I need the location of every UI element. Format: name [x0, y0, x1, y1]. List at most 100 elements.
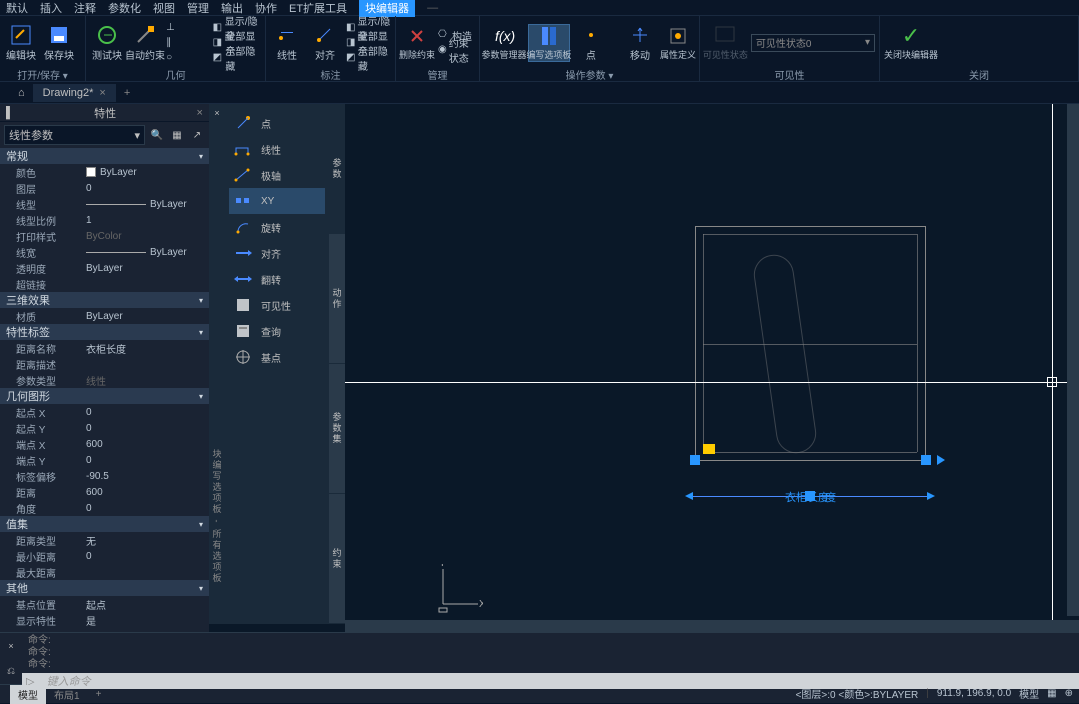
palette-linear[interactable]: 线性	[229, 136, 325, 162]
close-command-icon[interactable]: ×	[8, 641, 13, 651]
visibility-state-button: 可见性状态	[704, 25, 747, 61]
v-scrollbar[interactable]	[1067, 104, 1079, 616]
cross-left-seg	[345, 382, 407, 383]
cursor-pickbox	[1047, 377, 1057, 387]
dim-arrow-right	[927, 492, 935, 500]
doc-tab-drawing2[interactable]: Drawing2* ×	[33, 84, 116, 102]
delete-constraint-button[interactable]: 删除约束	[400, 25, 434, 61]
close-properties-icon[interactable]: ×	[197, 107, 203, 119]
palette-tab-params[interactable]: 参数	[329, 104, 345, 234]
quick-select-icon[interactable]: 🔍	[149, 127, 165, 143]
new-tab-button[interactable]: +	[116, 84, 138, 102]
cross-right-seg	[407, 382, 1079, 383]
tab-layout1[interactable]: 布局1	[46, 685, 88, 704]
select-objects-icon[interactable]: ↗	[189, 127, 205, 143]
test-block-button[interactable]: 测试块	[90, 24, 124, 62]
section-tags[interactable]: 特性标签▾	[0, 324, 209, 340]
tab-add-layout[interactable]: +	[88, 687, 110, 702]
cross-vert	[1052, 104, 1053, 632]
authoring-palette: 点 线性 极轴 XY 旋转 对齐 翻转 可见性 查询 基点 参数 动作 参数集 …	[225, 104, 345, 624]
status-more-icon[interactable]: ⊕	[1065, 688, 1073, 699]
geo-tool-3[interactable]: ○	[166, 51, 209, 65]
inner-left	[703, 234, 704, 452]
align-dim-button[interactable]: 对齐	[308, 24, 342, 62]
visibility-combo[interactable]: 可见性状态0▾	[751, 34, 875, 52]
constraint-status[interactable]: ◉约束状态	[438, 43, 475, 57]
palette-title: 块编写选项板 - 所有选项板	[211, 449, 224, 624]
block-left-edge	[695, 226, 696, 460]
svg-text:X: X	[479, 599, 483, 610]
inner-bottom	[703, 452, 917, 453]
save-block-button[interactable]: 保存块	[42, 24, 76, 62]
warning-icon[interactable]	[703, 444, 715, 454]
status-layer[interactable]: <图层>:0 <颜色>:BYLAYER	[796, 686, 919, 701]
grip-arrow[interactable]	[937, 455, 945, 465]
palette-tab-paramsets[interactable]: 参数集	[329, 364, 345, 494]
palette-xy[interactable]: XY	[229, 188, 325, 214]
palette-tab-actions[interactable]: 动作	[329, 234, 345, 364]
menu-view[interactable]: 视图	[153, 0, 175, 16]
menu-default[interactable]: 默认	[6, 0, 28, 16]
section-3d[interactable]: 三维效果▾	[0, 292, 209, 308]
status-grid-icon[interactable]: ▦	[1047, 688, 1056, 699]
status-coords[interactable]: 911.9, 196.9, 0.0	[937, 688, 1011, 699]
status-model[interactable]: 模型	[1019, 686, 1039, 701]
palette-basepoint[interactable]: 基点	[229, 344, 325, 370]
dim-arrow-left	[685, 492, 693, 500]
section-valueset[interactable]: 值集▾	[0, 516, 209, 532]
viewport[interactable]: 衣柜长度 度 Y X	[345, 104, 1079, 632]
menu-manage[interactable]: 管理	[187, 0, 209, 16]
edit-block-button[interactable]: 编辑块	[4, 24, 38, 62]
palette-tab-constraints[interactable]: 约束	[329, 494, 345, 624]
geometry-label: 几何	[90, 67, 261, 79]
inner-mid	[703, 344, 917, 345]
menu-extra[interactable]: —	[427, 2, 438, 14]
drawing-canvas[interactable]: × 块编写选项板 - 所有选项板 点 线性 极轴 XY 旋转 对齐 翻转 可见性…	[209, 104, 1079, 632]
palette-point[interactable]: 点	[229, 110, 325, 136]
block-right-edge	[925, 226, 926, 460]
auto-constrain-button[interactable]: 自动约束	[128, 24, 162, 62]
close-palette-icon[interactable]: ×	[214, 104, 219, 118]
open-save-label[interactable]: 打开/保存 ▾	[4, 67, 81, 79]
menu-et-tools[interactable]: ET扩展工具	[289, 0, 347, 16]
tab-model[interactable]: 模型	[10, 685, 46, 704]
palette-align[interactable]: 对齐	[229, 240, 325, 266]
linear-dim-button[interactable]: 线性	[270, 24, 304, 62]
geo-tool-2[interactable]: ∥	[166, 36, 209, 50]
hide-all[interactable]: ◩全部隐藏	[213, 51, 261, 65]
palette-polar[interactable]: 极轴	[229, 162, 325, 188]
geo-tool-1[interactable]: ⊥	[166, 21, 209, 35]
command-handle-icon[interactable]: ⎌	[7, 666, 15, 677]
menu-parametric[interactable]: 参数化	[108, 0, 141, 16]
dim-text: 衣柜长度	[785, 489, 829, 505]
command-log: 命令: 命令: 命令:	[22, 633, 1079, 673]
dim-hide-all[interactable]: ◩全部隐藏	[346, 51, 391, 65]
param-manager-button[interactable]: f(x) 参数管理器	[484, 25, 524, 61]
section-general[interactable]: 常规▾	[0, 148, 209, 164]
palette-lookup[interactable]: 查询	[229, 318, 325, 344]
menu-insert[interactable]: 插入	[40, 0, 62, 16]
close-tab-icon[interactable]: ×	[99, 87, 105, 99]
dim-text-2: 度	[825, 489, 836, 505]
palette-visibility[interactable]: 可见性	[229, 292, 325, 318]
attr-def-button[interactable]: 属性定义	[661, 25, 695, 61]
section-other[interactable]: 其他▾	[0, 580, 209, 596]
object-type-combo[interactable]: 线性参数▾	[4, 125, 145, 145]
palette-rotate[interactable]: 旋转	[229, 214, 325, 240]
home-tab-icon[interactable]: ⌂	[10, 84, 33, 102]
grip-start[interactable]	[690, 455, 700, 465]
command-bar: × ⎌ 命令: 命令: 命令: ▷_ 键入命令	[0, 632, 1079, 684]
grip-end[interactable]	[921, 455, 931, 465]
inner-right	[917, 234, 918, 452]
action-params-label[interactable]: 操作参数 ▾	[484, 67, 695, 79]
pick-add-icon[interactable]: ▦	[169, 127, 185, 143]
close-block-editor-button[interactable]: ✓ 关闭块编辑器	[884, 25, 938, 61]
section-geometry[interactable]: 几何图形▾	[0, 388, 209, 404]
move-action-button[interactable]: 移动	[623, 24, 657, 62]
point-param-button[interactable]: 点	[574, 24, 608, 62]
authoring-palette-button[interactable]: 编写选项板	[528, 24, 570, 62]
h-scrollbar[interactable]	[345, 620, 1079, 632]
palette-rail[interactable]: × 块编写选项板 - 所有选项板	[209, 104, 225, 624]
menu-annotate[interactable]: 注释	[74, 0, 96, 16]
palette-flip[interactable]: 翻转	[229, 266, 325, 292]
